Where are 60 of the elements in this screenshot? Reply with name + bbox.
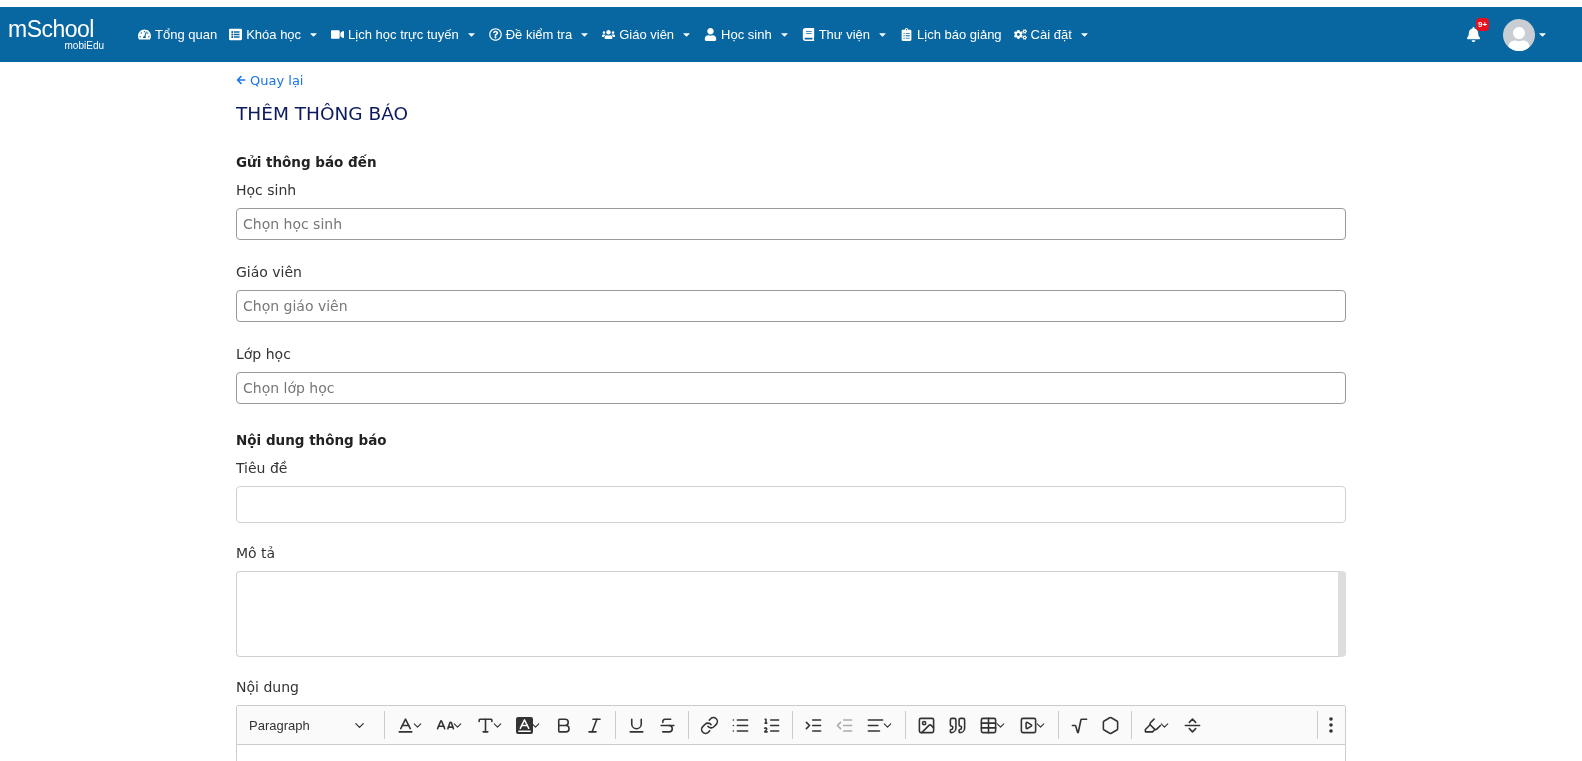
nav-link[interactable]: Lịch báo giảng — [900, 27, 1002, 42]
image-icon — [917, 715, 936, 735]
media-icon — [1019, 715, 1038, 735]
nav-link[interactable]: Lịch học trực tuyến — [331, 27, 477, 42]
highlight-letter-icon — [516, 716, 533, 734]
nav-link[interactable]: Học sinh — [704, 27, 790, 42]
field-label: Nội dung — [236, 679, 300, 695]
hexagon-icon — [1101, 715, 1120, 735]
link-icon — [700, 715, 719, 735]
nav-link[interactable]: Khóa học — [229, 27, 320, 42]
nav-link[interactable]: Giáo viên — [602, 27, 693, 42]
rich-text-editor[interactable]: Paragraph — [236, 705, 1346, 761]
logo[interactable]: mSchool mobiEdu — [8, 17, 118, 52]
nav-link[interactable]: Đề kiểm tra — [488, 27, 591, 42]
select-field[interactable]: Chọn giáo viên — [236, 290, 1346, 322]
paragraph-format-select[interactable]: Paragraph — [243, 717, 373, 733]
quote-icon — [948, 715, 967, 735]
more-icon — [1329, 717, 1333, 733]
strikethrough-icon — [658, 715, 677, 735]
table-icon — [979, 715, 998, 735]
logo-subtext: mobiEdu — [64, 39, 104, 52]
user-menu[interactable] — [1503, 18, 1548, 51]
logo-text: mSchool — [8, 17, 94, 40]
underline-icon — [627, 715, 646, 735]
avatar-icon — [1503, 18, 1535, 51]
math-icon — [1070, 715, 1089, 735]
nav-icon — [900, 28, 913, 41]
field-label: Giáo viên — [236, 264, 303, 280]
highlight-icon — [1143, 715, 1162, 735]
bell-icon[interactable] — [1466, 27, 1481, 42]
select-field[interactable]: Chọn lớp học — [236, 372, 1346, 404]
nav-link[interactable]: Thư viện — [801, 27, 888, 42]
field-label: Mô tả — [236, 545, 277, 561]
font-color-icon — [396, 715, 415, 735]
section-heading: Nội dung thông báo — [236, 432, 388, 448]
field-label: Lớp học — [236, 346, 292, 362]
nav-icon — [488, 28, 502, 41]
nav-icon — [1013, 28, 1027, 41]
notification-badge: 9+ — [1476, 18, 1490, 31]
nav-link[interactable]: Cài đặt — [1013, 27, 1090, 42]
back-link[interactable]: Quay lại — [236, 72, 304, 88]
nav-icon — [602, 28, 616, 41]
field-label: Học sinh — [236, 182, 298, 198]
nav-icon — [138, 28, 151, 41]
numbered-list-icon — [762, 715, 781, 735]
page-break-icon — [1183, 715, 1202, 735]
section-heading: Gửi thông báo đến — [236, 154, 378, 170]
nav-link[interactable]: Tổng quan — [138, 27, 218, 42]
font-family-icon — [476, 715, 495, 735]
italic-icon — [585, 715, 604, 735]
select-field[interactable]: Chọn học sinh — [236, 208, 1346, 240]
nav-icon — [801, 28, 815, 41]
page-title: THÊM THÔNG BÁO — [236, 103, 410, 124]
arrow-left-icon — [236, 75, 246, 85]
textarea-field[interactable] — [236, 571, 1346, 657]
nav-icon — [331, 28, 345, 41]
input-field[interactable] — [236, 486, 1346, 523]
nav-icon — [229, 28, 243, 41]
field-label: Tiêu đề — [236, 460, 289, 476]
nav-icon — [704, 28, 718, 41]
